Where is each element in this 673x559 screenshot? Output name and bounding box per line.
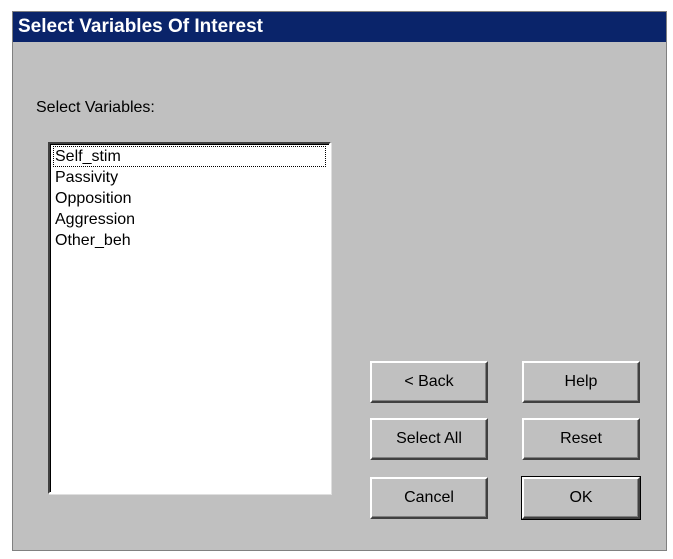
window-title: Select Variables Of Interest: [18, 16, 264, 37]
dialog-window: Select Variables Of Interest Select Vari…: [12, 11, 667, 551]
select-variables-label: Select Variables:: [36, 99, 155, 116]
list-item-aggression[interactable]: Aggression: [53, 209, 326, 230]
cancel-button[interactable]: Cancel: [370, 477, 488, 519]
list-item-passivity[interactable]: Passivity: [53, 167, 326, 188]
list-item-opposition[interactable]: Opposition: [53, 188, 326, 209]
title-bar[interactable]: Select Variables Of Interest: [13, 12, 666, 42]
help-button[interactable]: Help: [522, 361, 640, 403]
back-button[interactable]: < Back: [370, 361, 488, 403]
select-all-button[interactable]: Select All: [370, 418, 488, 460]
list-item-self-stim[interactable]: Self_stim: [53, 146, 326, 167]
variables-listbox[interactable]: Self_stim Passivity Opposition Aggressio…: [48, 142, 331, 494]
reset-button[interactable]: Reset: [522, 418, 640, 460]
list-item-other-beh[interactable]: Other_beh: [53, 230, 326, 251]
ok-button[interactable]: OK: [521, 476, 641, 520]
